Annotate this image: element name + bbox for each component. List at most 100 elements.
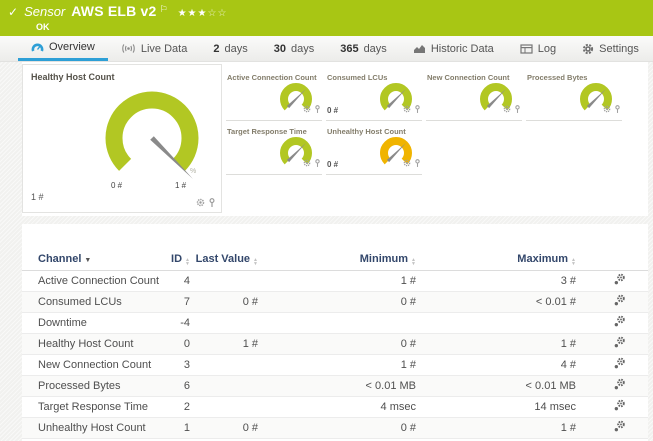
object-kind-label: Sensor: [24, 4, 66, 19]
table-row: Consumed LCUs 7 0 # 0 # < 0.01 #: [22, 292, 648, 313]
small-gauge-card[interactable]: Processed Bytes: [526, 70, 622, 121]
cell-channel-id: 0: [183, 338, 190, 350]
channel-settings-gear-icon[interactable]: [613, 336, 626, 352]
column-label: Last Value: [195, 252, 251, 265]
small-gauge-last-value: 0 #: [327, 106, 339, 115]
cell-minimum: < 0.01 MB: [365, 380, 416, 392]
column-label: Minimum: [359, 252, 409, 265]
channel-table-body: Active Connection Count 4 1 # 3 # Consum…: [22, 271, 648, 439]
cell-channel-id: 2: [183, 401, 190, 413]
column-label: Maximum: [517, 252, 569, 265]
main-gauge: [105, 91, 199, 179]
gauge-pin-icon[interactable]: [514, 100, 521, 118]
tab-overview[interactable]: Overview: [18, 36, 108, 61]
tab-label: days: [290, 42, 315, 55]
gauge-settings-gear-icon[interactable]: [303, 154, 311, 172]
sensor-status-text: OK: [36, 22, 50, 32]
gear-icon: [582, 43, 594, 55]
chart-icon: [413, 44, 426, 54]
cell-maximum: < 0.01 #: [535, 296, 576, 308]
priority-flag-icon[interactable]: ⚐: [160, 4, 168, 15]
tab-label: days: [363, 42, 387, 55]
cell-channel-name: Healthy Host Count: [38, 338, 134, 350]
cell-maximum: < 0.01 MB: [525, 380, 576, 392]
status-ok-check-icon: ✓: [8, 5, 19, 19]
gauge-settings-gear-icon[interactable]: [603, 100, 611, 118]
cell-channel-id: 1: [183, 422, 190, 434]
tab-30-days[interactable]: 30 days: [261, 36, 328, 61]
cell-channel-name: Unhealthy Host Count: [38, 422, 146, 434]
channel-settings-gear-icon[interactable]: [613, 315, 626, 331]
cell-maximum: 4 #: [560, 359, 576, 371]
sensor-name: AWS ELB v2: [71, 3, 157, 19]
tab-label: Live Data: [140, 42, 188, 55]
tab-2-days[interactable]: 2 days: [200, 36, 260, 61]
tab-number: 365: [340, 42, 359, 55]
tab-historic-data[interactable]: Historic Data: [400, 36, 507, 61]
priority-stars[interactable]: ★★★☆☆: [178, 8, 228, 19]
small-gauge-card[interactable]: New Connection Count: [426, 70, 522, 121]
cell-channel-name: Downtime: [38, 317, 87, 329]
cell-maximum: 1 #: [560, 422, 576, 434]
tab-label: Settings: [599, 42, 639, 55]
tab-number: 2: [213, 42, 220, 55]
column-header-minimum[interactable]: Minimum ▲ ▼: [258, 252, 416, 267]
gauge-pin-icon[interactable]: [314, 154, 321, 172]
stars-filled[interactable]: ★★★: [178, 8, 208, 19]
tab-number: 30: [273, 42, 286, 55]
tab-settings[interactable]: Settings: [569, 36, 652, 61]
cell-last-value: 0 #: [242, 422, 258, 434]
stars-empty[interactable]: ☆☆: [208, 8, 228, 19]
cell-minimum: 1 #: [400, 359, 416, 371]
column-header-maximum[interactable]: Maximum ▲ ▼: [416, 252, 576, 267]
table-row: Processed Bytes 6 < 0.01 MB < 0.01 MB: [22, 376, 648, 397]
gauge-settings-gear-icon[interactable]: [403, 100, 411, 118]
small-gauge-card[interactable]: Unhealthy Host Count 0 #: [326, 124, 422, 175]
tab-log[interactable]: Log: [507, 36, 569, 61]
channel-settings-gear-icon[interactable]: [613, 294, 626, 310]
cell-channel-id: 6: [183, 380, 190, 392]
gauge-settings-gear-icon[interactable]: [403, 154, 411, 172]
small-gauge-grid: Active Connection Count Consumed LCUs 0 …: [226, 70, 626, 175]
channel-settings-gear-icon[interactable]: [613, 399, 626, 415]
tab-live-data[interactable]: Live Data: [108, 36, 200, 61]
gauge-pin-icon[interactable]: [314, 100, 321, 118]
tab-label: days: [224, 42, 248, 55]
gauge-pin-icon[interactable]: [414, 100, 421, 118]
table-row: Healthy Host Count 0 1 # 0 # 1 #: [22, 334, 648, 355]
small-gauge-card[interactable]: Consumed LCUs 0 #: [326, 70, 422, 121]
log-table-icon: [520, 43, 533, 54]
main-gauge-card-healthy-host-count[interactable]: Healthy Host Count 0 # 1 # % 1 #: [22, 64, 222, 213]
gauge-pin-icon[interactable]: [414, 154, 421, 172]
tab-365-days[interactable]: 365 days: [327, 36, 400, 61]
gauge-pin-icon[interactable]: [614, 100, 621, 118]
gauge-pin-icon[interactable]: [208, 194, 216, 212]
column-header-last-value[interactable]: Last Value ▲ ▼: [190, 252, 258, 267]
cell-minimum: 0 #: [400, 296, 416, 308]
cell-minimum: 0 #: [400, 338, 416, 350]
tab-label: Historic Data: [430, 42, 494, 55]
column-header-channel[interactable]: Channel ▼: [22, 253, 168, 265]
sensor-status-header: ✓ Sensor AWS ELB v2 ⚐ ★★★☆☆ OK: [0, 0, 653, 36]
cell-maximum: 1 #: [560, 338, 576, 350]
small-gauge-last-value: 0 #: [327, 160, 339, 169]
gauge-settings-gear-icon[interactable]: [303, 100, 311, 118]
cell-last-value: 1 #: [242, 338, 258, 350]
cell-maximum: 14 msec: [534, 401, 576, 413]
gauge-settings-gear-icon[interactable]: [503, 100, 511, 118]
cell-maximum: 3 #: [560, 275, 576, 287]
gauge-last-value: 1 #: [31, 192, 44, 202]
cell-minimum: 0 #: [400, 422, 416, 434]
small-gauge-card[interactable]: Target Response Time: [226, 124, 322, 175]
channel-settings-gear-icon[interactable]: [613, 273, 626, 289]
channel-settings-gear-icon[interactable]: [613, 420, 626, 436]
overview-gauges-panel: Healthy Host Count 0 # 1 # % 1 # Active …: [22, 62, 648, 216]
small-gauge-card[interactable]: Active Connection Count: [226, 70, 322, 121]
gauge-icon: [31, 42, 44, 53]
channel-settings-gear-icon[interactable]: [613, 378, 626, 394]
column-header-id[interactable]: ID ▲ ▼: [168, 253, 190, 267]
tab-bar: Overview Live Data 2 days 30 days 365 da…: [0, 36, 653, 62]
gauge-settings-gear-icon[interactable]: [196, 194, 205, 212]
cell-channel-id: 3: [183, 359, 190, 371]
channel-settings-gear-icon[interactable]: [613, 357, 626, 373]
